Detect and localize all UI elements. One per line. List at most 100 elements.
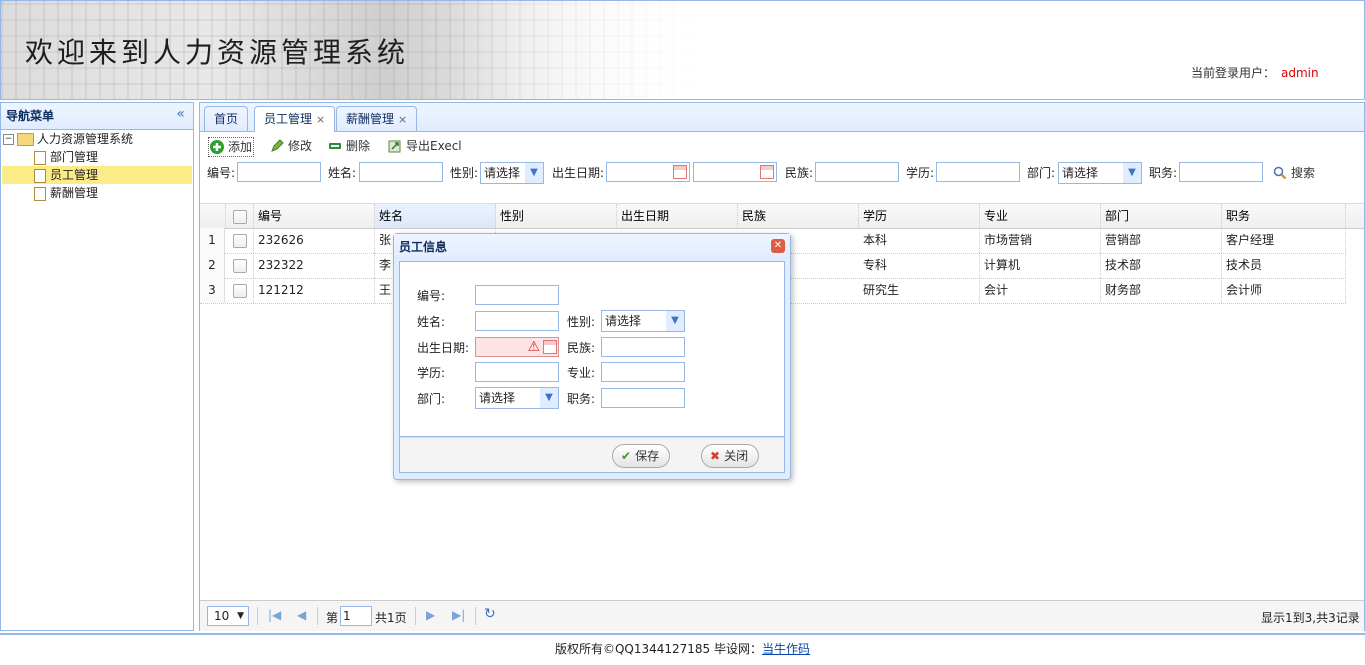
- add-icon: [210, 140, 224, 154]
- gender-select[interactable]: 请选择 ▼: [601, 310, 685, 332]
- close-icon[interactable]: ✕: [771, 239, 785, 253]
- calendar-icon[interactable]: [673, 165, 687, 179]
- export-excel-button[interactable]: 导出Execl: [388, 136, 462, 156]
- search-dept-select[interactable]: 请选择 ▼: [1058, 162, 1142, 184]
- sidebar-item-employee[interactable]: 员工管理: [2, 166, 192, 184]
- login-label: 当前登录用户：: [1191, 66, 1276, 80]
- search-icon: [1273, 166, 1287, 180]
- footer: 版权所有©QQ1344127185 毕设网：当牛作码: [0, 633, 1365, 665]
- file-icon: [34, 186, 46, 201]
- row-checkbox[interactable]: [232, 233, 247, 248]
- tab-bar: 首页 员工管理 × 薪酬管理 ×: [200, 103, 1364, 132]
- dialog-footer: ✔ 保存 ✖ 关闭: [399, 437, 785, 473]
- tab-home[interactable]: 首页: [204, 106, 249, 131]
- search-birth-start-input[interactable]: [606, 162, 690, 182]
- footer-link[interactable]: 当牛作码: [762, 642, 810, 656]
- column-header[interactable]: 性别: [496, 204, 617, 228]
- calendar-icon[interactable]: [760, 165, 774, 179]
- calendar-icon[interactable]: [543, 340, 557, 354]
- name-field[interactable]: [475, 311, 559, 331]
- export-icon: [388, 139, 402, 153]
- position-field[interactable]: [601, 388, 685, 408]
- first-page-icon[interactable]: |◀: [268, 608, 281, 622]
- search-gender-select[interactable]: 请选择 ▼: [480, 162, 544, 184]
- search-id-label: 编号:: [207, 166, 236, 180]
- dept-select[interactable]: 请选择 ▼: [475, 387, 559, 409]
- column-header[interactable]: 职务: [1222, 204, 1346, 228]
- last-page-icon[interactable]: ▶|: [452, 608, 465, 622]
- name-label: 姓名:: [417, 315, 446, 329]
- column-header[interactable]: 部门: [1101, 204, 1222, 228]
- pencil-icon: [270, 139, 284, 153]
- search-gender-label: 性别:: [450, 166, 479, 180]
- select-all-checkbox[interactable]: [232, 209, 247, 224]
- column-header[interactable]: 姓名: [375, 204, 496, 228]
- delete-button[interactable]: 删除: [328, 136, 370, 156]
- row-checkbox[interactable]: [232, 283, 247, 298]
- nation-label: 民族:: [567, 341, 596, 355]
- chevron-down-icon: ▼: [237, 611, 244, 621]
- search-name-input[interactable]: [359, 162, 443, 182]
- prev-page-icon[interactable]: ◀: [297, 608, 306, 622]
- dialog-title[interactable]: 员工信息: [394, 234, 790, 260]
- major-field[interactable]: [601, 362, 685, 382]
- chevron-down-icon: ▼: [525, 163, 543, 183]
- file-icon: [34, 150, 46, 165]
- id-field[interactable]: [475, 285, 559, 305]
- nation-field[interactable]: [601, 337, 685, 357]
- sidebar-item-dept[interactable]: 部门管理: [34, 148, 98, 166]
- column-header[interactable]: 民族: [738, 204, 859, 228]
- dialog-body: 编号: 姓名: 性别: 请选择 ▼ 出生日期: ⚠ 民族: 学历: 专业: 部门:…: [399, 261, 785, 437]
- chevron-down-icon: ▼: [1123, 163, 1141, 183]
- app-header: 欢迎来到人力资源管理系统 当前登录用户： admin: [0, 0, 1365, 100]
- page-number-input[interactable]: 1: [340, 606, 372, 626]
- file-icon: [34, 168, 46, 183]
- search-position-label: 职务:: [1149, 166, 1178, 180]
- column-header[interactable]: 专业: [980, 204, 1101, 228]
- employee-info-dialog: 员工信息 ✕ 编号: 姓名: 性别: 请选择 ▼ 出生日期: ⚠ 民族: 学历: …: [393, 233, 791, 480]
- tab-salary[interactable]: 薪酬管理 ×: [336, 106, 418, 131]
- search-nation-label: 民族:: [785, 166, 814, 180]
- next-page-icon[interactable]: ▶: [426, 608, 435, 622]
- search-position-input[interactable]: [1179, 162, 1263, 182]
- search-button[interactable]: 搜索: [1273, 163, 1315, 183]
- search-birth-label: 出生日期:: [552, 166, 605, 180]
- birth-date-field[interactable]: ⚠: [475, 337, 559, 357]
- check-icon: ✔: [621, 449, 632, 463]
- sidebar-item-salary[interactable]: 薪酬管理: [34, 184, 98, 202]
- tab-employee[interactable]: 员工管理 ×: [254, 106, 336, 132]
- tree-root[interactable]: − 人力资源管理系统: [3, 130, 133, 148]
- cancel-icon: ✖: [710, 449, 721, 463]
- add-button[interactable]: 添加: [208, 137, 255, 157]
- chevron-down-icon: ▼: [540, 388, 558, 408]
- search-id-input[interactable]: [237, 162, 321, 182]
- page-size-select[interactable]: 10 ▼: [207, 606, 249, 626]
- refresh-icon[interactable]: ↻: [484, 606, 496, 622]
- row-checkbox[interactable]: [232, 258, 247, 273]
- column-header[interactable]: 学历: [859, 204, 980, 228]
- major-label: 专业:: [567, 366, 596, 380]
- education-field[interactable]: [475, 362, 559, 382]
- grid-header: 编号 姓名 性别 出生日期 民族 学历 专业 部门 职务: [200, 203, 1364, 229]
- collapse-sidebar-icon[interactable]: «: [176, 106, 185, 122]
- column-header[interactable]: 编号: [254, 204, 375, 228]
- login-info: 当前登录用户： admin: [1191, 64, 1319, 81]
- sidebar-title: 导航菜单: [1, 103, 193, 130]
- save-button[interactable]: ✔ 保存: [612, 444, 671, 468]
- gender-label: 性别:: [567, 315, 596, 329]
- close-tab-icon[interactable]: ×: [398, 113, 407, 126]
- close-button[interactable]: ✖ 关闭: [701, 444, 760, 468]
- search-education-input[interactable]: [936, 162, 1020, 182]
- chevron-down-icon: ▼: [666, 311, 684, 331]
- login-username: admin: [1281, 66, 1319, 80]
- tree-collapse-toggle-icon[interactable]: −: [3, 134, 14, 145]
- search-birth-end-input[interactable]: [693, 162, 777, 182]
- search-name-label: 姓名:: [328, 166, 357, 180]
- navigation-sidebar: 导航菜单 « − 人力资源管理系统 部门管理 员工管理 薪酬管理: [0, 102, 194, 631]
- warning-icon: ⚠: [527, 339, 540, 355]
- select-all-checkbox-cell[interactable]: [226, 204, 254, 228]
- column-header[interactable]: 出生日期: [617, 204, 738, 228]
- search-nation-input[interactable]: [815, 162, 899, 182]
- close-tab-icon[interactable]: ×: [316, 113, 325, 126]
- edit-button[interactable]: 修改: [270, 136, 312, 156]
